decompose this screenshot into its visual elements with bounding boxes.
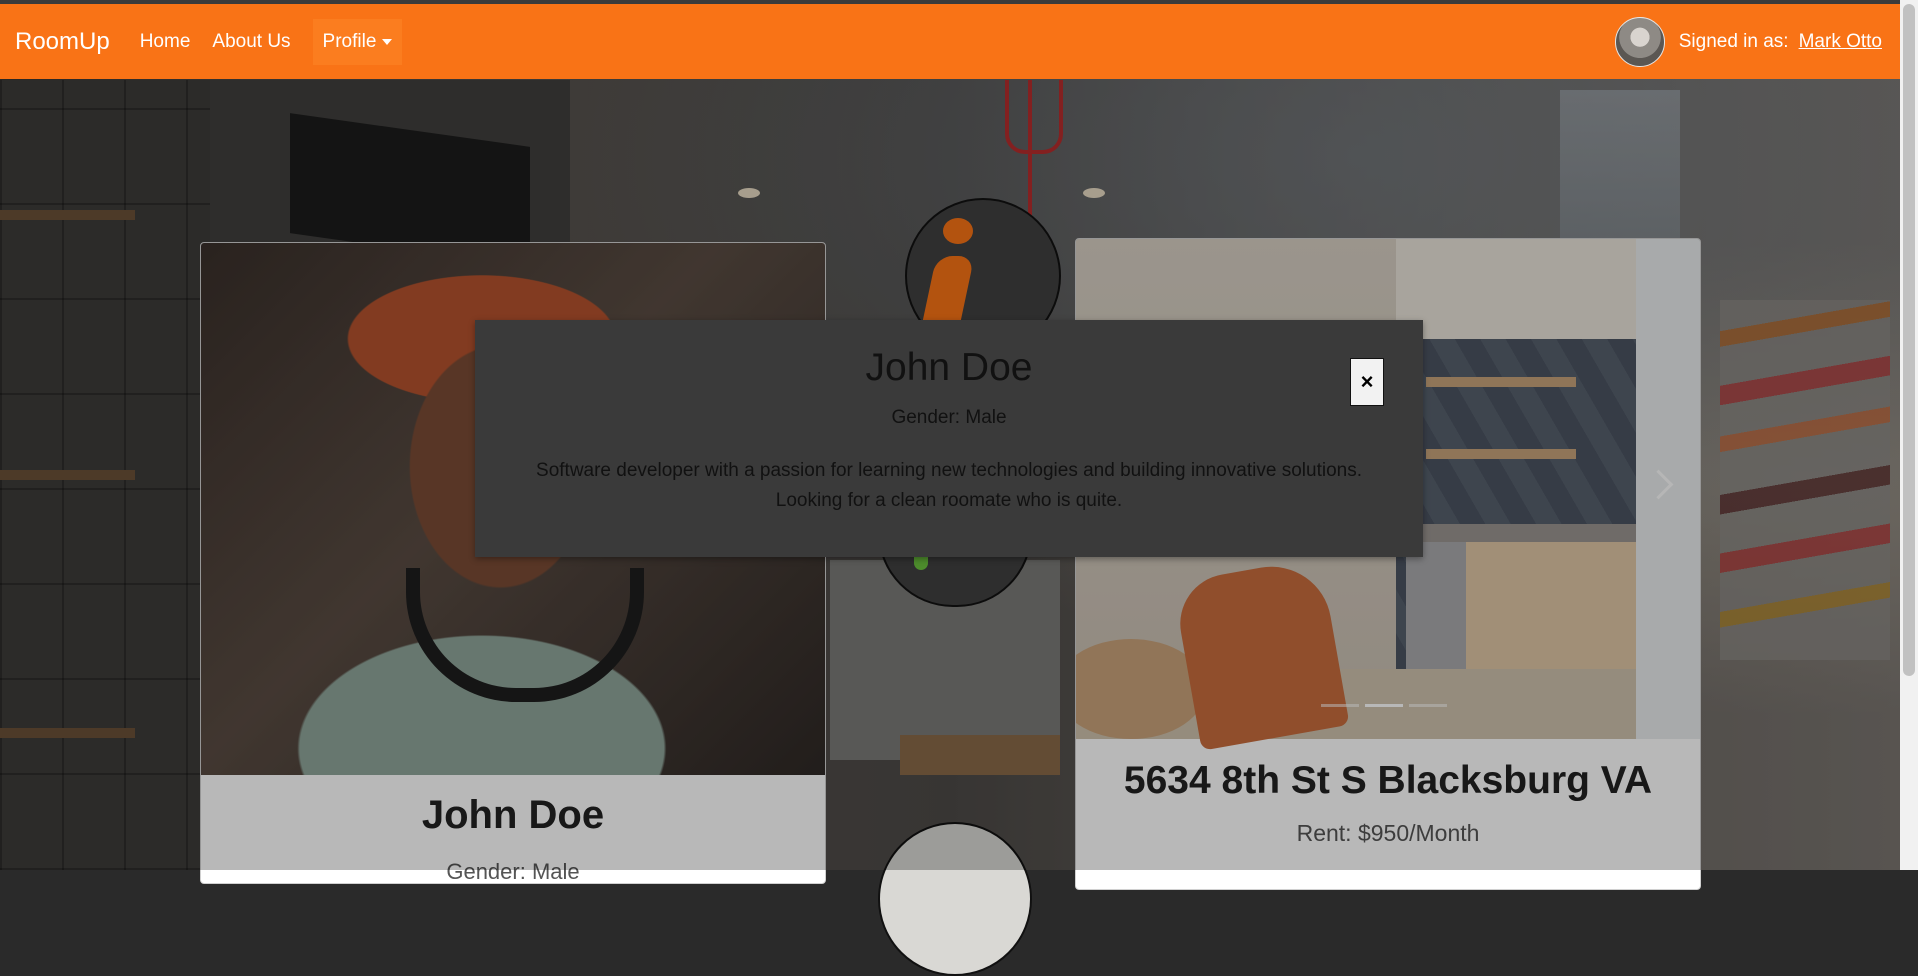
modal-gender: Gender: Male	[891, 407, 1007, 428]
profile-dropdown[interactable]: Profile	[312, 18, 403, 65]
caret-down-icon	[382, 38, 393, 45]
avatar[interactable]	[1614, 16, 1665, 67]
modal-bio: Software developer with a passion for le…	[536, 460, 1362, 511]
nav-link-about[interactable]: About Us	[212, 31, 290, 53]
profile-dropdown-label: Profile	[322, 30, 377, 52]
close-button[interactable]: ×	[1350, 358, 1384, 406]
signed-in-label: Signed in as:	[1678, 30, 1789, 52]
user-area: Signed in as: Mark Otto	[1614, 16, 1882, 67]
window-top-edge	[0, 0, 1918, 4]
navbar: RoomUp Home About Us Profile Signed in a…	[0, 4, 1900, 79]
modal-title: John Doe	[865, 346, 1033, 389]
user-name-link[interactable]: Mark Otto	[1799, 31, 1882, 53]
scrollbar-thumb[interactable]	[1903, 4, 1915, 676]
profile-modal: John Doe Gender: Male Software developer…	[475, 320, 1423, 557]
brand-logo[interactable]: RoomUp	[15, 28, 110, 56]
nav-link-home[interactable]: Home	[140, 31, 191, 53]
